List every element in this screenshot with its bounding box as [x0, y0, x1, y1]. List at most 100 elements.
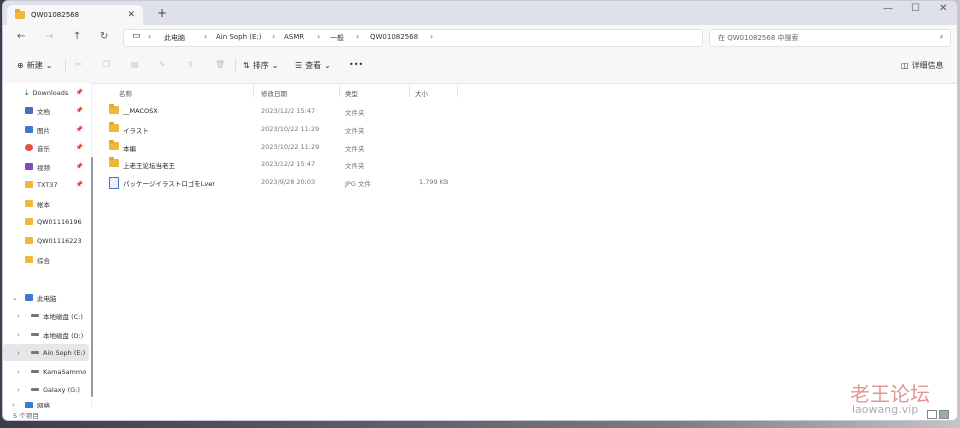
sidebar-item-label: 图片 — [37, 126, 50, 135]
sidebar-item-qw01116223[interactable]: QW01116223 — [3, 232, 89, 249]
close-tab-icon[interactable]: ✕ — [127, 10, 135, 20]
column-header-size[interactable]: 大小 — [415, 88, 428, 98]
breadcrumb-item[interactable]: ASMR — [284, 33, 304, 41]
new-button[interactable]: ⊕ 新建 ⌄ — [17, 60, 52, 71]
table-row[interactable]: パッケージイラストロゴをLver 2023/9/28 20:03 JPG 文件 … — [103, 174, 463, 190]
sidebar-item-label: 帐本 — [37, 200, 50, 209]
sidebar-item-qw01116196[interactable]: QW01116196 — [3, 213, 89, 230]
file-name: 上老王论坛当老王 — [123, 162, 175, 170]
monitor-icon: ▭ — [132, 31, 141, 41]
column-header-date[interactable]: 修改日期 — [261, 88, 287, 98]
column-divider[interactable] — [253, 85, 254, 97]
table-row[interactable]: __MACOSX 2023/12/2 15:47 文件夹 — [103, 103, 463, 119]
plus-circle-icon: ⊕ — [17, 61, 24, 70]
sidebar-item-ledger[interactable]: 帐本 — [3, 195, 89, 212]
tiles-view-icon[interactable] — [939, 410, 949, 419]
address-bar[interactable]: ▭ › 此电脑 › Ain Soph (E:) › ASMR › 一般 › QW… — [123, 29, 703, 47]
sidebar-scrollbar[interactable] — [91, 157, 93, 397]
sort-icon: ⇅ — [243, 61, 250, 70]
delete-icon[interactable]: 🗑 — [215, 60, 225, 69]
back-button[interactable]: ← — [17, 31, 25, 42]
file-type: JPG 文件 — [345, 180, 371, 188]
sidebar-item-general[interactable]: 综合 — [3, 251, 89, 268]
sidebar-item-label: 综合 — [37, 256, 50, 265]
rename-icon[interactable]: ✎ — [159, 60, 166, 69]
cut-icon[interactable]: ✂ — [75, 60, 82, 69]
sidebar-item-pictures[interactable]: 图片 📌 — [3, 121, 89, 138]
file-size: 1,799 KB — [419, 178, 449, 186]
drive-icon — [31, 314, 39, 317]
file-list: 名称 修改日期 类型 大小 __MACOSX 2023/12/2 15:47 文… — [99, 83, 957, 408]
pin-icon: 📌 — [75, 107, 83, 114]
chevron-down-icon: ⌄ — [45, 61, 53, 70]
chevron-right-icon: › — [17, 330, 20, 339]
picture-icon — [25, 126, 33, 133]
title-bar: QW01082568 ✕ + — ☐ ✕ — [3, 1, 957, 25]
sort-button[interactable]: ⇅ 排序 ⌄ — [243, 60, 278, 71]
column-divider[interactable] — [409, 85, 410, 97]
view-button[interactable]: ☰ 查看 ⌄ — [295, 60, 331, 71]
folder-icon — [109, 122, 119, 132]
maximize-button[interactable]: ☐ — [911, 3, 920, 14]
column-header-type[interactable]: 类型 — [345, 88, 358, 98]
chevron-down-icon: ⌄ — [12, 293, 18, 302]
sidebar-item-downloads[interactable]: ⤓ Downloads 📌 — [3, 84, 89, 101]
sidebar-item-label: Downloads — [32, 88, 69, 97]
sidebar-item-drive-g[interactable]: › Galaxy (G:) — [3, 381, 89, 398]
sidebar-item-txt37[interactable]: TXT37 📌 — [3, 176, 89, 193]
minimize-button[interactable]: — — [883, 3, 893, 14]
pin-icon: 📌 — [75, 89, 83, 96]
breadcrumb-item[interactable]: QW01082568 — [370, 33, 418, 41]
copy-icon[interactable]: ❐ — [103, 60, 110, 69]
table-row[interactable]: 上老王论坛当老王 2023/12/2 15:47 文件夹 — [103, 156, 463, 172]
search-input[interactable]: 在 QW01082568 中搜索 ⌕ — [709, 29, 951, 47]
sidebar-item-drive-kamasammo[interactable]: › KamaSammo — [3, 363, 89, 380]
sidebar-item-videos[interactable]: 视频 📌 — [3, 158, 89, 175]
view-toggle — [927, 410, 949, 419]
share-icon[interactable]: ⇪ — [187, 60, 194, 69]
sidebar-item-drive-d[interactable]: › 本地磁盘 (D:) — [3, 326, 89, 343]
sidebar-item-music[interactable]: 音乐 📌 — [3, 139, 89, 156]
up-button[interactable]: ↑ — [73, 31, 81, 42]
tab-current[interactable]: QW01082568 ✕ — [7, 5, 143, 25]
forward-button[interactable]: → — [45, 31, 53, 42]
folder-icon — [109, 104, 119, 114]
breadcrumb-item[interactable]: 此电脑 — [164, 33, 185, 43]
sidebar-item-label: Ain Soph (E:) — [43, 348, 86, 357]
table-row[interactable]: イラスト 2023/10/22 11:29 文件夹 — [103, 121, 463, 137]
refresh-button[interactable]: ↻ — [100, 31, 108, 42]
sidebar-item-label: 此电脑 — [37, 294, 57, 303]
table-row[interactable]: 本編 2023/10/22 11:29 文件夹 — [103, 139, 463, 155]
chevron-right-icon: › — [17, 367, 20, 376]
folder-icon — [15, 9, 25, 19]
sidebar-item-drive-e[interactable]: › Ain Soph (E:) — [3, 344, 89, 361]
sidebar-item-this-pc[interactable]: ⌄ 此电脑 — [3, 289, 89, 306]
folder-icon — [25, 218, 33, 225]
breadcrumb-item[interactable]: 一般 — [330, 33, 344, 43]
divider — [65, 59, 66, 73]
column-divider[interactable] — [457, 85, 458, 97]
file-date: 2023/10/22 11:29 — [261, 125, 320, 133]
paste-icon[interactable]: ▤ — [131, 60, 139, 69]
drive-icon — [31, 388, 39, 391]
file-type: 文件夹 — [345, 145, 365, 153]
details-view-icon[interactable] — [927, 410, 937, 419]
more-options-button[interactable]: ••• — [349, 60, 363, 69]
new-tab-button[interactable]: + — [157, 6, 167, 20]
column-header-name[interactable]: 名称 — [119, 88, 132, 98]
sidebar-item-label: 本地磁盘 (C:) — [43, 312, 83, 321]
chevron-down-icon: ⌄ — [271, 61, 279, 70]
details-pane-button[interactable]: ◫ 详细信息 — [901, 60, 944, 71]
watermark-url: laowang.vip — [852, 403, 919, 416]
column-divider[interactable] — [339, 85, 340, 97]
pin-icon: 📌 — [75, 163, 83, 170]
sidebar-item-label: KamaSammo — [43, 367, 87, 376]
breadcrumb-separator: › — [272, 32, 276, 41]
details-pane-icon: ◫ — [901, 61, 909, 70]
close-window-button[interactable]: ✕ — [939, 3, 947, 14]
sidebar-item-documents[interactable]: 文档 📌 — [3, 102, 89, 119]
sidebar-item-drive-c[interactable]: › 本地磁盘 (C:) — [3, 307, 89, 324]
breadcrumb-item[interactable]: Ain Soph (E:) — [216, 33, 261, 41]
file-type: 文件夹 — [345, 162, 365, 170]
sidebar-item-label: 音乐 — [37, 144, 50, 153]
